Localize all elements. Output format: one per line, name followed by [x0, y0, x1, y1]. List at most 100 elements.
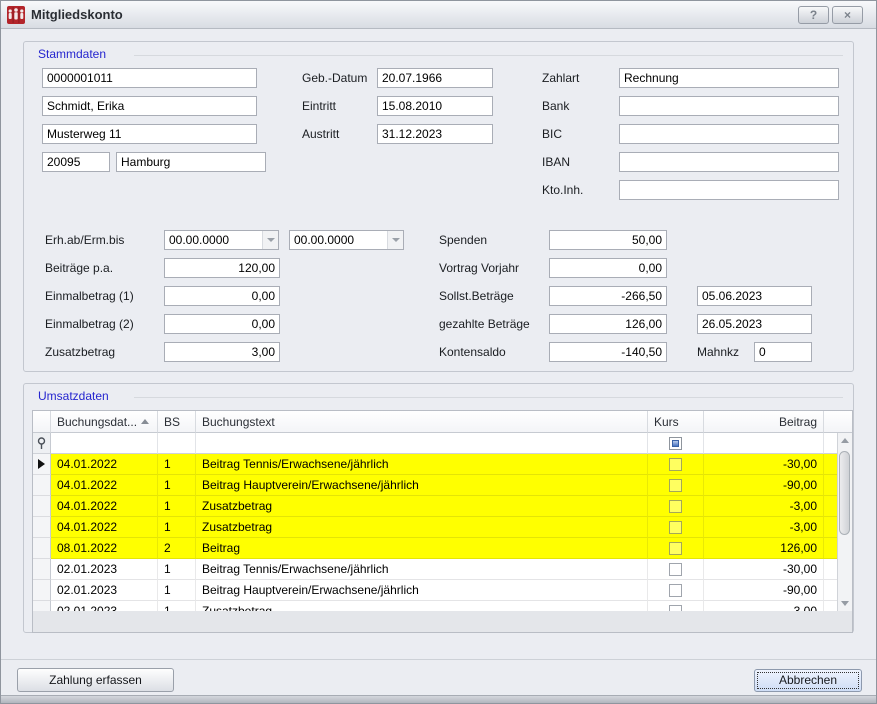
cell-buchungstext: Zusatzbetrag [196, 496, 648, 517]
filter-text-cell[interactable] [196, 433, 648, 454]
vertical-scrollbar[interactable] [837, 433, 852, 611]
sort-ascending-icon [141, 419, 149, 424]
header-bs[interactable]: BS [158, 411, 196, 433]
zahlart-field[interactable] [619, 68, 839, 88]
filter-indicator-cell [33, 433, 51, 454]
austritt-field[interactable] [377, 124, 493, 144]
cell-buchungstext: Beitrag Tennis/Erwachsene/jährlich [196, 454, 648, 475]
titlebar[interactable]: Mitgliedskonto ? × [1, 1, 876, 29]
cell-beitrag: -3,00 [704, 601, 824, 611]
cell-buchungstext: Beitrag Hauptverein/Erwachsene/jährlich [196, 580, 648, 601]
vortrag-vorjahr-field[interactable] [549, 258, 667, 278]
mahnkz-field[interactable] [754, 342, 812, 362]
filter-kurs-cell[interactable] [648, 433, 704, 454]
cell-beitrag: -90,00 [704, 580, 824, 601]
geb-datum-label: Geb.-Datum [302, 68, 367, 88]
filter-bs-cell[interactable] [158, 433, 196, 454]
table-row[interactable]: 02.01.2023 1 Beitrag Hauptverein/Erwachs… [33, 580, 852, 601]
kurs-checkbox[interactable] [669, 521, 682, 534]
current-row-icon [38, 459, 45, 469]
gezahlte-betraege-field[interactable] [549, 314, 667, 334]
row-indicator-cell [33, 601, 51, 611]
scroll-down-icon[interactable] [838, 596, 852, 611]
iban-field[interactable] [619, 152, 839, 172]
cell-bs: 1 [158, 475, 196, 496]
header-buchungstext-label: Buchungstext [202, 415, 275, 429]
help-button[interactable]: ? [798, 6, 829, 24]
kurs-checkbox[interactable] [669, 605, 682, 612]
sollst-betraege-field[interactable] [549, 286, 667, 306]
grid-filter-row [33, 433, 852, 454]
close-button[interactable]: × [832, 6, 863, 24]
cell-buchungsdatum: 04.01.2022 [51, 454, 158, 475]
row-indicator-cell [33, 517, 51, 538]
kurs-checkbox[interactable] [669, 500, 682, 513]
table-row[interactable]: 04.01.2022 1 Zusatzbetrag -3,00 [33, 496, 852, 517]
zusatzbetrag-label: Zusatzbetrag [45, 342, 115, 362]
chevron-down-icon[interactable] [387, 231, 403, 249]
filter-amount-cell[interactable] [704, 433, 824, 454]
zip-field[interactable] [42, 152, 110, 172]
cell-beitrag: -3,00 [704, 517, 824, 538]
sollst-betraege-label: Sollst.Beträge [439, 286, 514, 306]
chevron-down-icon[interactable] [262, 231, 278, 249]
header-kurs[interactable]: Kurs [648, 411, 704, 433]
zahlung-erfassen-button[interactable]: Zahlung erfassen [17, 668, 174, 692]
bic-field[interactable] [619, 124, 839, 144]
kurs-checkbox[interactable] [669, 584, 682, 597]
scrollbar-thumb[interactable] [839, 451, 850, 535]
header-buchungsdatum[interactable]: Buchungsdat... [51, 411, 158, 433]
cell-kurs [648, 601, 704, 611]
row-indicator-cell [33, 580, 51, 601]
erh-ab-von-combo[interactable]: 00.00.0000 [164, 230, 279, 250]
name-field[interactable] [42, 96, 257, 116]
table-row[interactable]: 04.01.2022 1 Beitrag Hauptverein/Erwachs… [33, 475, 852, 496]
table-row[interactable]: 04.01.2022 1 Zusatzbetrag -3,00 [33, 517, 852, 538]
kurs-checkbox[interactable] [669, 458, 682, 471]
geb-datum-field[interactable] [377, 68, 493, 88]
cell-buchungsdatum: 04.01.2022 [51, 517, 158, 538]
kurs-checkbox[interactable] [669, 542, 682, 555]
group-title-line [134, 55, 843, 56]
kurs-filter-checkbox[interactable] [669, 437, 682, 450]
bank-field[interactable] [619, 96, 839, 116]
erh-ab-bis-combo[interactable]: 00.00.0000 [289, 230, 404, 250]
table-row[interactable]: 02.01.2023 1 Zusatzbetrag -3,00 [33, 601, 852, 611]
austritt-label: Austritt [302, 124, 339, 144]
umsatz-grid: Buchungsdat... BS Buchungstext Kurs Beit… [32, 410, 853, 633]
street-field[interactable] [42, 124, 257, 144]
row-indicator-cell [33, 475, 51, 496]
spenden-label: Spenden [439, 230, 487, 250]
kontensaldo-field[interactable] [549, 342, 667, 362]
einmalbetrag2-field[interactable] [164, 314, 280, 334]
eintritt-field[interactable] [377, 96, 493, 116]
spenden-field[interactable] [549, 230, 667, 250]
header-beitrag[interactable]: Beitrag [704, 411, 824, 433]
filter-date-cell[interactable] [51, 433, 158, 454]
abbrechen-button[interactable]: Abbrechen [754, 669, 862, 692]
beitraege-pa-field[interactable] [164, 258, 280, 278]
cell-beitrag: -3,00 [704, 496, 824, 517]
zusatzbetrag-field[interactable] [164, 342, 280, 362]
beitraege-pa-label: Beiträge p.a. [45, 258, 113, 278]
city-field[interactable] [116, 152, 266, 172]
sollst-datum-field[interactable] [697, 286, 812, 306]
cell-kurs [648, 559, 704, 580]
kto-inh-field[interactable] [619, 180, 839, 200]
mitgliedskonto-window: Mitgliedskonto ? × Stammdaten Geb.-Datum… [0, 0, 877, 704]
kurs-checkbox[interactable] [669, 563, 682, 576]
table-row[interactable]: 04.01.2022 1 Beitrag Tennis/Erwachsene/j… [33, 454, 852, 475]
gezahlt-datum-field[interactable] [697, 314, 812, 334]
member-id-field[interactable] [42, 68, 257, 88]
header-filler [824, 411, 852, 433]
cell-buchungstext: Beitrag Hauptverein/Erwachsene/jährlich [196, 475, 648, 496]
table-row[interactable]: 08.01.2022 2 Beitrag 126,00 [33, 538, 852, 559]
scroll-up-icon[interactable] [838, 433, 852, 448]
table-row[interactable]: 02.01.2023 1 Beitrag Tennis/Erwachsene/j… [33, 559, 852, 580]
header-buchungstext[interactable]: Buchungstext [196, 411, 648, 433]
gezahlte-betraege-label: gezahlte Beträge [439, 314, 530, 334]
einmalbetrag1-field[interactable] [164, 286, 280, 306]
erh-ab-bis-value: 00.00.0000 [294, 231, 354, 249]
kurs-checkbox[interactable] [669, 479, 682, 492]
cell-bs: 1 [158, 559, 196, 580]
